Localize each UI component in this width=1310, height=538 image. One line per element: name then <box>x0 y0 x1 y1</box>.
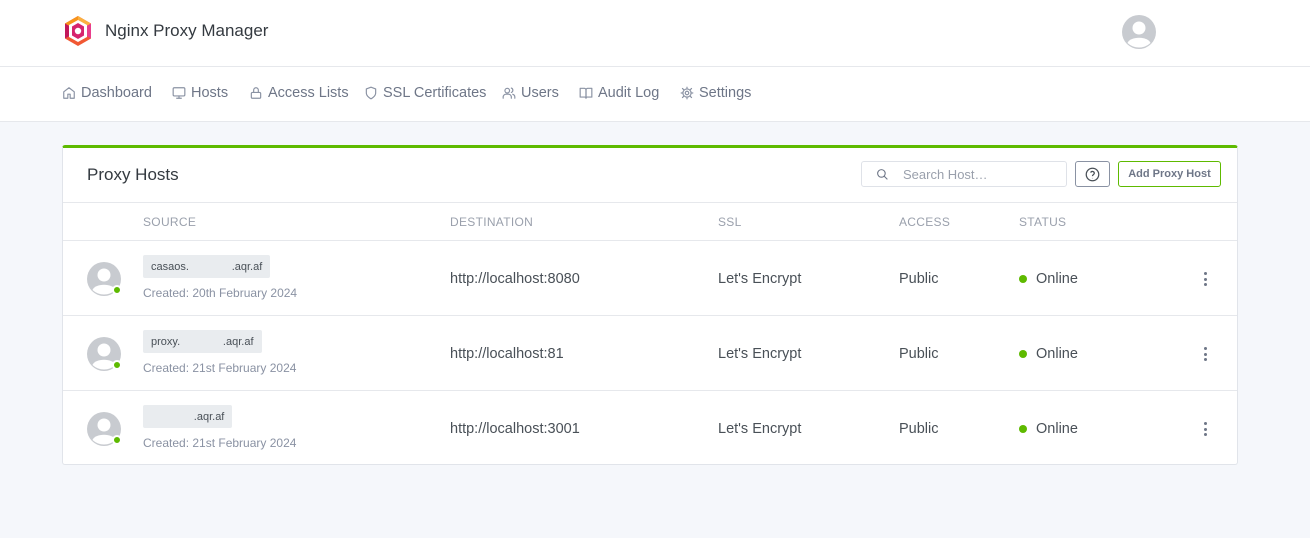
help-circle-icon <box>1085 167 1100 181</box>
destination-cell: http://localhost:3001 <box>450 421 580 437</box>
table-header: SOURCE DESTINATION SSL ACCESS STATUS <box>63 203 1237 241</box>
status-text: Online <box>1036 271 1078 287</box>
destination-cell: http://localhost:81 <box>450 346 564 362</box>
online-indicator <box>112 360 122 370</box>
status-cell: Online <box>1019 421 1078 437</box>
ssl-cell: Let's Encrypt <box>718 271 802 287</box>
nginx-proxy-manager-logo-icon <box>65 16 91 46</box>
host-avatar <box>87 412 122 446</box>
access-cell: Public <box>899 421 939 437</box>
ssl-cell: Let's Encrypt <box>718 421 802 437</box>
lock-icon <box>250 87 262 99</box>
online-indicator <box>112 435 122 445</box>
book-icon <box>579 87 593 99</box>
status-text: Online <box>1036 346 1078 362</box>
created-date: Created: 21st February 2024 <box>143 436 297 450</box>
monitor-icon <box>172 87 186 99</box>
search-input[interactable] <box>903 166 1063 182</box>
status-dot <box>1019 275 1027 283</box>
users-icon <box>502 87 516 99</box>
top-bar: Nginx Proxy Manager <box>0 0 1310 67</box>
nav-item-hosts[interactable]: Hosts <box>172 85 228 101</box>
nav-item-audit-log[interactable]: Audit Log <box>579 85 659 101</box>
status-cell: Online <box>1019 346 1078 362</box>
search-icon <box>877 168 888 180</box>
card-header: Proxy Hosts Add Proxy Host <box>63 148 1237 203</box>
status-dot <box>1019 350 1027 358</box>
domain-badge[interactable]: .aqr.af <box>143 405 233 428</box>
shield-icon <box>365 86 377 100</box>
row-menu-button[interactable] <box>1199 270 1211 288</box>
help-button[interactable] <box>1075 161 1110 187</box>
user-avatar-icon[interactable] <box>1122 15 1156 49</box>
access-cell: Public <box>899 346 939 362</box>
host-avatar <box>87 337 122 371</box>
host-avatar <box>87 262 122 296</box>
table-row[interactable]: .aqr.af Created: 21st February 2024 http… <box>63 392 1237 466</box>
domain-badge[interactable]: casaos. .aqr.af <box>143 255 271 278</box>
online-indicator <box>112 285 122 295</box>
column-status: STATUS <box>1019 215 1067 229</box>
nav-item-dashboard[interactable]: Dashboard <box>62 85 152 101</box>
nav-item-settings[interactable]: Settings <box>680 85 751 101</box>
nav-item-users[interactable]: Users <box>502 85 559 101</box>
search-box[interactable] <box>861 161 1067 187</box>
home-icon <box>63 87 75 99</box>
created-date: Created: 21st February 2024 <box>143 361 297 375</box>
add-proxy-host-button[interactable]: Add Proxy Host <box>1118 161 1221 187</box>
column-destination: DESTINATION <box>450 215 534 229</box>
column-ssl: SSL <box>718 215 742 229</box>
ssl-cell: Let's Encrypt <box>718 346 802 362</box>
destination-cell: http://localhost:8080 <box>450 271 580 287</box>
created-date: Created: 20th February 2024 <box>143 286 298 300</box>
table-row[interactable]: casaos. .aqr.af Created: 20th February 2… <box>63 242 1237 316</box>
row-menu-button[interactable] <box>1199 420 1211 438</box>
table-row[interactable]: proxy. .aqr.af Created: 21st February 20… <box>63 317 1237 391</box>
status-dot <box>1019 425 1027 433</box>
main-nav: Dashboard Hosts Access Lists SSL Certifi… <box>0 67 1310 122</box>
column-access: ACCESS <box>899 215 951 229</box>
status-cell: Online <box>1019 271 1078 287</box>
row-menu-button[interactable] <box>1199 345 1211 363</box>
gear-icon <box>680 86 694 100</box>
brand[interactable]: Nginx Proxy Manager <box>62 15 268 47</box>
status-text: Online <box>1036 421 1078 437</box>
app-title: Nginx Proxy Manager <box>105 21 269 40</box>
proxy-hosts-card: Proxy Hosts Add Proxy Host SOURCE DESTIN… <box>62 145 1238 465</box>
column-source: SOURCE <box>143 215 197 229</box>
access-cell: Public <box>899 271 939 287</box>
nav-item-access-lists[interactable]: Access Lists <box>249 85 349 101</box>
nav-item-ssl-certificates[interactable]: SSL Certificates <box>364 85 486 101</box>
card-title: Proxy Hosts <box>87 165 179 184</box>
domain-badge[interactable]: proxy. .aqr.af <box>143 330 262 353</box>
